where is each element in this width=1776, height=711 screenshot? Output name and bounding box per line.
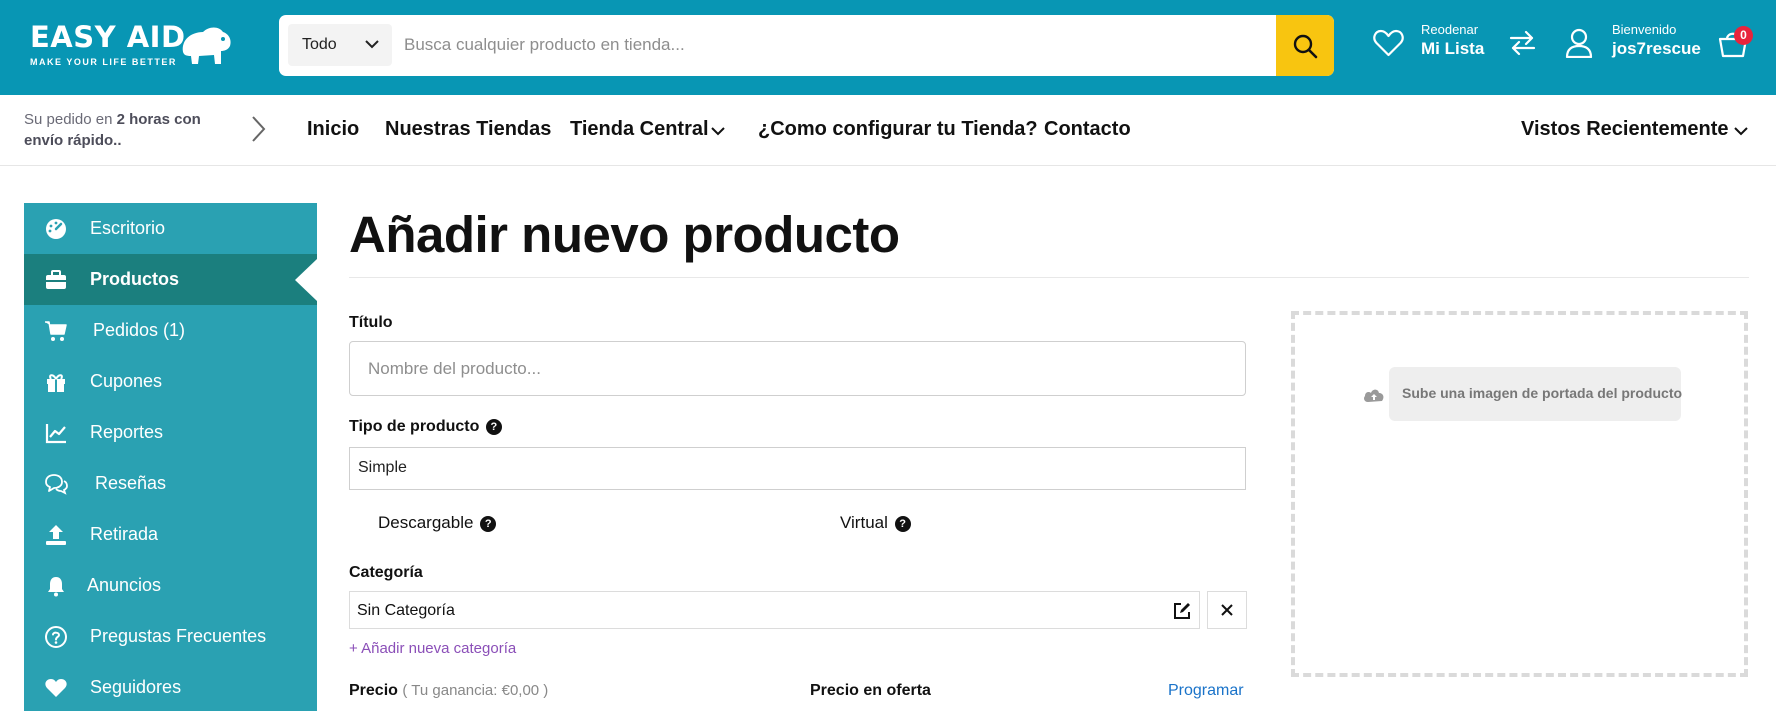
price-label-text: Precio xyxy=(349,682,398,699)
sidebar-item-label: Retirada xyxy=(90,524,159,544)
search-category-select[interactable]: Todo xyxy=(288,24,392,66)
wishlist-caption: Reodenar xyxy=(1421,22,1479,37)
cover-image-dropzone[interactable]: Sube una imagen de portada del producto xyxy=(1291,311,1748,677)
sidebar-item-label: Cupones xyxy=(90,371,163,391)
product-type-value: Simple xyxy=(358,459,407,476)
category-select[interactable]: Sin Categoría xyxy=(349,591,1200,629)
chevron-down-icon xyxy=(365,40,379,49)
product-type-label-text: Tipo de producto xyxy=(349,418,480,435)
price-earnings-note: ( Tu ganancia: €0,00 ) xyxy=(402,682,549,699)
close-icon xyxy=(1221,604,1233,616)
search-icon xyxy=(1293,34,1318,58)
sidebar-item-preguntas[interactable]: Pregustas Frecuentes xyxy=(24,611,317,662)
help-icon[interactable]: ? xyxy=(894,516,911,532)
help-icon[interactable]: ? xyxy=(485,419,502,435)
dashboard-sidebar: Escritorio Productos Pedidos (1) Cupones… xyxy=(24,203,317,711)
product-type-select[interactable]: Simple xyxy=(349,447,1246,490)
clear-category-button[interactable] xyxy=(1207,591,1247,629)
account-link[interactable]: Bienvenido jos7rescue xyxy=(1612,22,1701,60)
upload-cover-button[interactable]: Sube una imagen de portada del producto xyxy=(1389,367,1683,421)
nav-link-como-configurar[interactable]: ¿Como configurar tu Tienda? xyxy=(758,118,1038,141)
category-label: Categoría xyxy=(349,564,423,581)
recently-viewed-dropdown[interactable]: Vistos Recientemente xyxy=(1521,118,1729,141)
cart-count-badge: 0 xyxy=(1734,26,1753,45)
help-icon[interactable]: ? xyxy=(480,516,497,532)
top-header: EASY AID MAKE YOUR LIFE BETTER Todo Reod… xyxy=(0,0,1776,95)
sidebar-item-productos[interactable]: Productos xyxy=(24,254,317,305)
compare-icon[interactable] xyxy=(1508,29,1537,57)
upload-icon xyxy=(46,525,66,545)
account-username: jos7rescue xyxy=(1612,39,1701,58)
sidebar-item-label: Escritorio xyxy=(90,218,166,238)
shipping-promo: Su pedido en 2 horas con envío rápido.. xyxy=(24,109,214,151)
page-title: Añadir nuevo producto xyxy=(349,206,900,263)
search-bar: Todo xyxy=(279,15,1334,76)
heart-icon[interactable] xyxy=(1373,29,1404,57)
shipping-promo-prefix: Su pedido en xyxy=(24,111,117,128)
sidebar-item-cupones[interactable]: Cupones xyxy=(24,356,317,407)
chevron-right-icon[interactable] xyxy=(250,115,266,143)
sidebar-item-label: Anuncios xyxy=(87,575,162,595)
downloadable-option[interactable]: Descargable ? xyxy=(378,513,497,533)
add-category-link[interactable]: + Añadir nueva categoría xyxy=(349,640,516,657)
search-category-label: Todo xyxy=(302,36,337,53)
chevron-down-icon xyxy=(1734,127,1748,136)
divider xyxy=(349,277,1749,278)
sidebar-item-reportes[interactable]: Reportes xyxy=(24,407,317,458)
sidebar-item-anuncios[interactable]: Anuncios xyxy=(24,560,317,611)
virtual-option[interactable]: Virtual ? xyxy=(840,513,911,533)
schedule-sale-link[interactable]: Programar xyxy=(1168,682,1244,700)
nav-link-contacto[interactable]: Contacto xyxy=(1044,118,1131,141)
sidebar-item-label: Productos xyxy=(90,269,180,289)
nav-link-inicio[interactable]: Inicio xyxy=(307,118,359,141)
sale-price-label: Precio en oferta xyxy=(810,682,931,699)
active-indicator xyxy=(295,259,317,301)
product-title-input[interactable] xyxy=(349,341,1246,396)
wishlist-link[interactable]: Reodenar Mi Lista xyxy=(1421,22,1484,60)
sidebar-item-pedidos[interactable]: Pedidos (1) xyxy=(24,305,317,356)
product-type-label: Tipo de producto ? xyxy=(349,418,502,436)
title-label: Título xyxy=(349,314,393,331)
sidebar-item-label: Seguidores xyxy=(90,677,182,697)
search-button[interactable] xyxy=(1276,15,1334,76)
chevron-down-icon xyxy=(711,127,725,136)
cloud-upload-icon xyxy=(1364,389,1384,402)
brand-logo[interactable]: EASY AID MAKE YOUR LIFE BETTER xyxy=(30,20,235,70)
comments-icon xyxy=(45,474,68,495)
capybara-logo-icon xyxy=(182,27,231,64)
main-navigation: Su pedido en 2 horas con envío rápido.. … xyxy=(0,95,1776,166)
briefcase-icon xyxy=(46,270,66,289)
virtual-label: Virtual xyxy=(840,513,888,532)
sidebar-item-resenas[interactable]: Reseñas xyxy=(24,458,317,509)
user-icon[interactable] xyxy=(1565,28,1593,58)
question-icon xyxy=(45,626,67,648)
sidebar-item-label: Pedidos (1) xyxy=(93,320,186,340)
heart-icon xyxy=(45,679,67,697)
account-caption: Bienvenido xyxy=(1612,22,1677,37)
sidebar-item-seguidores[interactable]: Seguidores xyxy=(24,662,317,711)
sidebar-item-label: Reseñas xyxy=(95,473,167,493)
gift-icon xyxy=(47,374,65,392)
dashboard-icon xyxy=(46,219,66,239)
nav-link-nuestras-tiendas[interactable]: Nuestras Tiendas xyxy=(385,118,551,141)
sidebar-item-retirada[interactable]: Retirada xyxy=(24,509,317,560)
sidebar-item-label: Reportes xyxy=(90,422,164,442)
sidebar-item-label: Pregustas Frecuentes xyxy=(90,626,267,646)
downloadable-label: Descargable xyxy=(378,513,474,532)
sidebar-item-escritorio[interactable]: Escritorio xyxy=(24,203,317,254)
brand-tagline: MAKE YOUR LIFE BETTER xyxy=(30,57,177,67)
edit-icon[interactable] xyxy=(1173,602,1191,620)
upload-cover-label: Sube una imagen de portada del producto xyxy=(1402,385,1683,401)
bell-icon xyxy=(48,577,64,597)
search-input[interactable] xyxy=(404,25,1204,65)
category-value: Sin Categoría xyxy=(357,602,455,619)
brand-name: EASY AID xyxy=(30,20,186,54)
chart-icon xyxy=(45,424,66,444)
nav-link-tienda-central[interactable]: Tienda Central xyxy=(570,118,709,141)
wishlist-title: Mi Lista xyxy=(1421,39,1485,58)
cart-icon xyxy=(45,321,67,341)
price-label: Precio ( Tu ganancia: €0,00 ) xyxy=(349,682,548,700)
